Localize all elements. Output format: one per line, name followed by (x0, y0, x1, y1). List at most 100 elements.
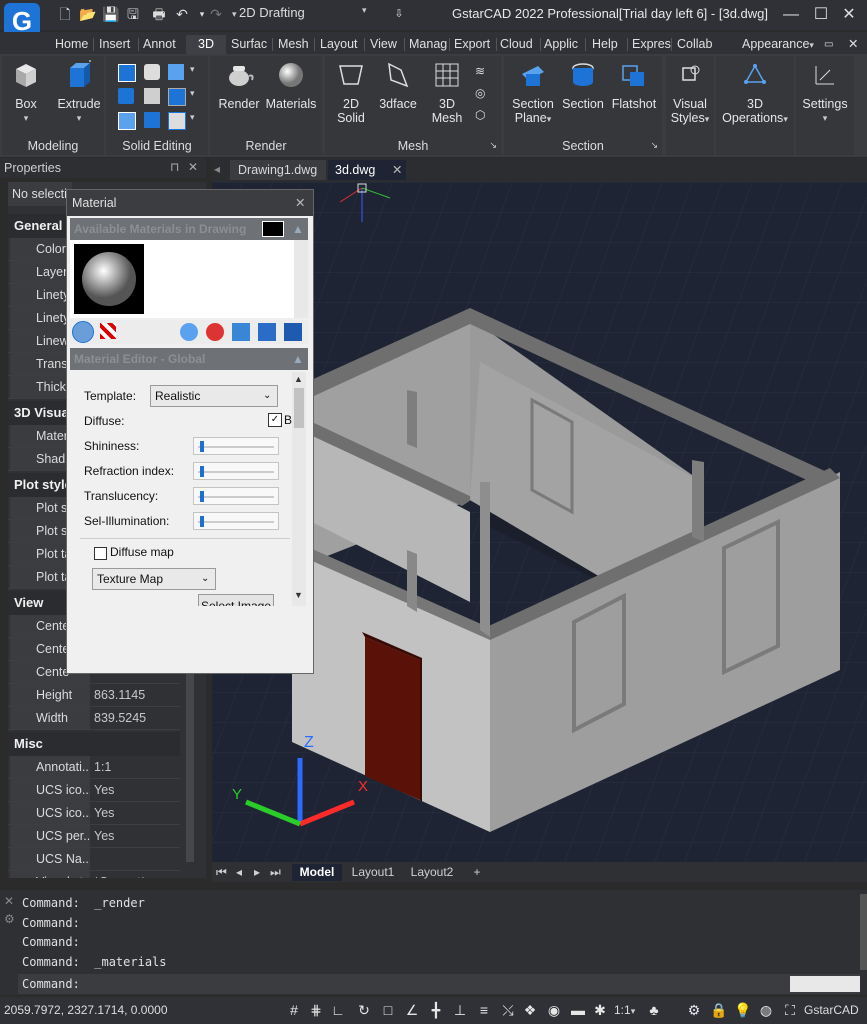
ortho-icon[interactable]: ∟ (330, 1002, 346, 1018)
swatch-preview-icon[interactable] (262, 221, 284, 237)
section-panel-launcher-icon[interactable]: ↘ (650, 140, 658, 151)
doc-tab-3d[interactable]: 3d.dwg ✕ (328, 160, 406, 180)
layout-next-icon[interactable]: ▸ (254, 864, 260, 881)
property-row[interactable]: Height 863.1145 (8, 684, 180, 707)
command-hscrollbar[interactable] (790, 976, 860, 992)
property-row[interactable]: Visual st...*Current* (8, 871, 180, 878)
purge-material-icon[interactable] (206, 323, 224, 341)
isolate-objects-icon[interactable]: ◍ (758, 1002, 774, 1018)
property-value[interactable]: 839.5245 (92, 707, 182, 729)
edge-mesh-icon[interactable]: ◎ (475, 86, 491, 102)
diffuse-map-checkbox[interactable] (94, 547, 107, 560)
sphere-preview-icon[interactable] (72, 321, 94, 343)
light-bulb-icon[interactable]: 💡 (734, 1002, 751, 1018)
minimize-button[interactable]: — (780, 4, 802, 26)
shininess-slider[interactable] (193, 437, 279, 455)
tab-3d[interactable]: 3D (186, 35, 226, 54)
layout-tab-layout2[interactable]: Layout2 (404, 864, 460, 881)
property-value[interactable]: 1:1 (92, 756, 182, 778)
command-scrollbar[interactable] (860, 894, 867, 970)
tab-manage[interactable]: Manag (407, 35, 451, 54)
property-value[interactable]: Yes (92, 802, 182, 824)
print-icon[interactable]: 🖶 (150, 5, 168, 23)
editor-scroll-down-icon[interactable]: ▼ (294, 590, 303, 600)
customize-quick-access-icon[interactable]: ⇩ (390, 5, 408, 23)
tab-insert[interactable]: Insert (97, 35, 139, 54)
property-row[interactable]: UCS Na... (8, 848, 180, 871)
ribbon-collapse-icon[interactable]: ▭ (822, 35, 840, 54)
workspace-selector[interactable]: ▾ 2D Drafting ▾ (232, 5, 382, 23)
3d-operations-button[interactable]: 3D Operations▾ (716, 60, 794, 126)
workspace-gear-icon[interactable]: ⚙ (686, 1002, 702, 1018)
property-row[interactable]: Width 839.5245 (8, 707, 180, 730)
selection-cycling-icon[interactable]: ❖ (522, 1002, 538, 1018)
union-icon[interactable] (118, 64, 136, 82)
annotation-monitor-icon[interactable]: ◉ (546, 1002, 562, 1018)
annotation-scale[interactable]: 1:1▾ (614, 1003, 635, 1017)
material-dialog-close-icon[interactable]: ✕ (295, 190, 305, 216)
grid-icon[interactable]: # (286, 1002, 302, 1018)
tab-home[interactable]: Home (53, 35, 93, 54)
3d-mesh-button[interactable]: 3D Mesh (425, 60, 469, 125)
tab-applications[interactable]: Applic (542, 35, 586, 54)
visual-styles-button[interactable]: Visual Styles▾ (666, 60, 714, 126)
apply-material-icon[interactable] (258, 323, 276, 341)
flatshot-button[interactable]: Flatshot (608, 60, 660, 111)
tab-export[interactable]: Export (452, 35, 498, 54)
fillet-edge-icon[interactable] (118, 88, 134, 104)
model-space-icon[interactable]: ▬ (570, 1002, 586, 1018)
property-row[interactable]: Annotati... 1:1 (8, 756, 180, 779)
command-settings-icon[interactable]: ⚙ (4, 912, 15, 926)
otrack-icon[interactable]: ∠ (404, 1002, 420, 1018)
global-material-swatch[interactable] (74, 244, 144, 314)
extrude-faces-icon[interactable] (144, 112, 160, 128)
lineweight-icon[interactable]: ≡ (476, 1002, 492, 1018)
box-button[interactable]: Box ▾ (8, 60, 44, 125)
property-row[interactable]: UCS ico... Yes (8, 802, 180, 825)
texture-map-select[interactable]: Texture Map ⌄ (92, 568, 216, 590)
properties-close-icon[interactable]: ✕ (188, 160, 198, 174)
extrude-button[interactable]: Extrude ▾ (56, 57, 102, 125)
section-plane-button[interactable]: Section Plane▾ (508, 60, 558, 126)
command-input[interactable]: Command: (18, 974, 860, 994)
checker-background-icon[interactable] (100, 323, 116, 339)
close-button[interactable]: ✕ (838, 4, 860, 26)
refraction-slider[interactable] (193, 462, 279, 480)
tab-layout[interactable]: Layout (318, 35, 364, 54)
remove-material-icon[interactable] (284, 323, 302, 341)
layout-last-icon[interactable]: ⏭ (270, 864, 281, 881)
render-button[interactable]: Render (216, 60, 262, 111)
swatch-scrollbar[interactable] (294, 240, 308, 318)
translucency-slider[interactable] (193, 487, 279, 505)
layout-first-icon[interactable]: ⏮ (216, 864, 227, 881)
auto-scale-icon[interactable]: ♣ (646, 1002, 662, 1018)
new-file-icon[interactable]: 🗋 (56, 5, 74, 23)
intersect-icon[interactable] (168, 64, 184, 80)
transparency-icon[interactable]: ⤯ (500, 1002, 516, 1018)
tab-surface[interactable]: Surfac (229, 35, 273, 54)
redo-icon[interactable]: ↷ (207, 5, 225, 23)
separate-icon[interactable] (168, 88, 186, 106)
solid-edit-more3-icon[interactable]: ▾ (190, 112, 206, 128)
diffuse-checkbox[interactable]: ✓ (268, 413, 282, 427)
annotation-visibility-icon[interactable]: ✱ (592, 1002, 608, 1018)
save-icon[interactable]: 💾 (102, 5, 120, 23)
self-illumination-slider[interactable] (193, 512, 279, 530)
editor-scroll-up-icon[interactable]: ▲ (294, 374, 303, 384)
create-material-icon[interactable] (180, 323, 198, 341)
tab-view[interactable]: View (368, 35, 404, 54)
property-row[interactable]: UCS per... Yes (8, 825, 180, 848)
fullscreen-icon[interactable]: ⛶ (782, 1002, 798, 1018)
selection-dropdown[interactable]: No selecti (8, 182, 72, 206)
collapse-up-icon[interactable]: ▲ (292, 218, 304, 240)
editor-collapse-up-icon[interactable]: ▲ (292, 348, 304, 370)
subtract-icon[interactable] (144, 64, 160, 80)
shell-icon[interactable] (118, 112, 136, 130)
layout-tab-layout1[interactable]: Layout1 (346, 864, 400, 881)
appearance-menu[interactable]: Appearance▾ (740, 35, 818, 54)
tab-cloud[interactable]: Cloud (498, 35, 542, 54)
tab-express[interactable]: Expres (630, 35, 672, 54)
undo-icon[interactable]: ↶ (173, 5, 191, 23)
open-file-icon[interactable]: 📂 (79, 5, 97, 23)
command-close-icon[interactable]: ✕ (4, 894, 14, 908)
